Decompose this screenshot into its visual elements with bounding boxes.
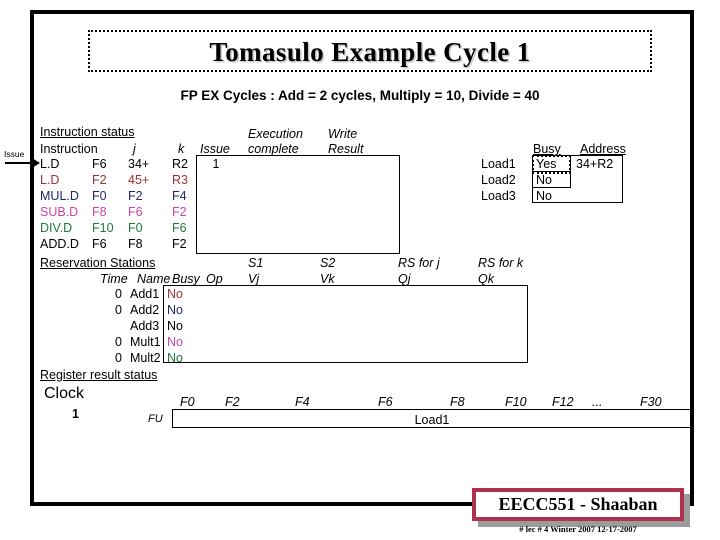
subtitle: FP EX Cycles : Add = 2 cycles, Multiply … xyxy=(180,88,540,103)
register-label-: ... xyxy=(592,395,603,409)
header-execution: Execution xyxy=(248,127,303,141)
issue-arrow-head xyxy=(32,158,40,168)
load-buffer-busy-highlight xyxy=(532,155,571,174)
header-rs-for-k: RS for k xyxy=(478,256,524,270)
slide-frame-left xyxy=(30,10,34,506)
instruction-cell-j: 45+ xyxy=(128,173,150,187)
instruction-cell-op: DIV.D xyxy=(40,221,73,235)
instruction-status-label: Instruction status xyxy=(40,125,135,139)
instruction-cell-dest: F10 xyxy=(92,221,114,235)
header-rs-op: Op xyxy=(206,272,223,286)
register-label-F6: F6 xyxy=(378,395,393,409)
fu-label: FU xyxy=(148,413,163,425)
instruction-cell-j: F8 xyxy=(128,237,143,251)
register-label-F4: F4 xyxy=(295,395,310,409)
instruction-cell-j: F0 xyxy=(128,221,143,235)
header-rs-time: Time xyxy=(100,272,128,286)
register-label-F10: F10 xyxy=(505,395,527,409)
instruction-cell-op: ADD.D xyxy=(40,237,79,251)
fu-bar-value: Load1 xyxy=(414,413,450,427)
instruction-cell-k: R2 xyxy=(172,157,188,171)
rs-time: 0 xyxy=(115,303,122,317)
header-rs-s1: S1 xyxy=(248,256,264,270)
clock-value: 1 xyxy=(72,407,79,421)
rs-busy: No xyxy=(167,335,183,349)
register-label-F30: F30 xyxy=(640,395,662,409)
instruction-cell-k: R3 xyxy=(172,173,188,187)
instruction-cell-issue: 1 xyxy=(212,157,220,171)
rs-busy: No xyxy=(167,287,183,301)
rs-name: Add1 xyxy=(130,287,160,301)
header-j: j xyxy=(133,142,136,156)
instruction-cell-dest: F6 xyxy=(92,237,107,251)
instruction-cell-op: L.D xyxy=(40,157,60,171)
header-rs-vk: Vk xyxy=(320,272,335,286)
instruction-cell-j: F6 xyxy=(128,205,143,219)
rs-time: 0 xyxy=(115,351,122,365)
rs-busy: No xyxy=(167,319,183,333)
rs-time: 0 xyxy=(115,287,122,301)
clock-label: Clock xyxy=(44,385,85,402)
load-buffer-name: Load2 xyxy=(481,173,516,187)
instruction-cell-dest: F6 xyxy=(92,157,107,171)
footer-course: EECC551 - Shaaban xyxy=(498,494,658,514)
rs-time: 0 xyxy=(115,335,122,349)
instruction-cell-k: F2 xyxy=(172,237,187,251)
header-rs-for-j: RS for j xyxy=(398,256,440,270)
slide-root: Tomasulo Example Cycle 1 FP EX Cycles : … xyxy=(0,0,720,540)
header-load-busy: Busy xyxy=(533,142,561,156)
instruction-cell-dest: F8 xyxy=(92,205,107,219)
header-result: Result xyxy=(328,142,364,156)
instruction-cell-op: MUL.D xyxy=(40,189,79,203)
load-buffer-name: Load1 xyxy=(481,157,516,171)
header-write: Write xyxy=(328,127,358,141)
rs-name: Mult2 xyxy=(130,351,161,365)
instruction-cell-j: F2 xyxy=(128,189,143,203)
header-rs-busy: Busy xyxy=(172,272,200,286)
rs-busy: No xyxy=(167,303,183,317)
load-buffer-busy: No xyxy=(536,189,552,203)
header-k: k xyxy=(178,142,185,156)
load-buffer-name: Load3 xyxy=(481,189,516,203)
reservation-stations-box xyxy=(163,285,528,363)
header-complete: complete xyxy=(248,142,299,156)
instruction-cell-op: SUB.D xyxy=(40,205,79,219)
page-title: Tomasulo Example Cycle 1 xyxy=(209,36,531,67)
instruction-cell-j: 34+ xyxy=(128,157,150,171)
header-rs-qk: Qk xyxy=(478,272,494,286)
register-label-F8: F8 xyxy=(450,395,465,409)
slide-frame-top xyxy=(30,10,694,14)
rs-busy: No xyxy=(167,351,183,365)
register-label-F2: F2 xyxy=(225,395,240,409)
instruction-cell-dest: F0 xyxy=(92,189,107,203)
reservation-stations-label: Reservation Stations xyxy=(40,256,156,270)
header-rs-name: Name xyxy=(137,272,171,286)
rs-name: Mult1 xyxy=(130,335,161,349)
rs-name: Add2 xyxy=(130,303,160,317)
header-rs-s2: S2 xyxy=(320,256,336,270)
instruction-cell-k: F6 xyxy=(172,221,187,235)
header-rs-qj: Qj xyxy=(398,272,411,286)
slide-frame-bottom xyxy=(30,502,482,506)
issue-arrow-shaft xyxy=(5,162,33,164)
register-label-F12: F12 xyxy=(552,395,574,409)
header-issue: Issue xyxy=(200,142,230,156)
instruction-cell-k: F4 xyxy=(172,189,187,203)
register-label-F0: F0 xyxy=(180,395,195,409)
footer-note: # lec # 4 Winter 2007 12-17-2007 xyxy=(519,524,637,534)
header-load-address: Address xyxy=(580,142,626,156)
load-buffer-address: 34+R2 xyxy=(576,157,614,171)
header-instruction: Instruction xyxy=(40,142,98,156)
rs-name: Add3 xyxy=(130,319,160,333)
slide-frame-right xyxy=(690,10,694,506)
instruction-cell-dest: F2 xyxy=(92,173,107,187)
issue-arrow-label: Issue xyxy=(4,149,25,159)
register-result-status-label: Register result status xyxy=(40,368,158,382)
header-rs-vj: Vj xyxy=(248,272,260,286)
instruction-cell-k: F2 xyxy=(172,205,187,219)
instruction-cell-op: L.D xyxy=(40,173,60,187)
load-buffer-busy: No xyxy=(536,173,552,187)
